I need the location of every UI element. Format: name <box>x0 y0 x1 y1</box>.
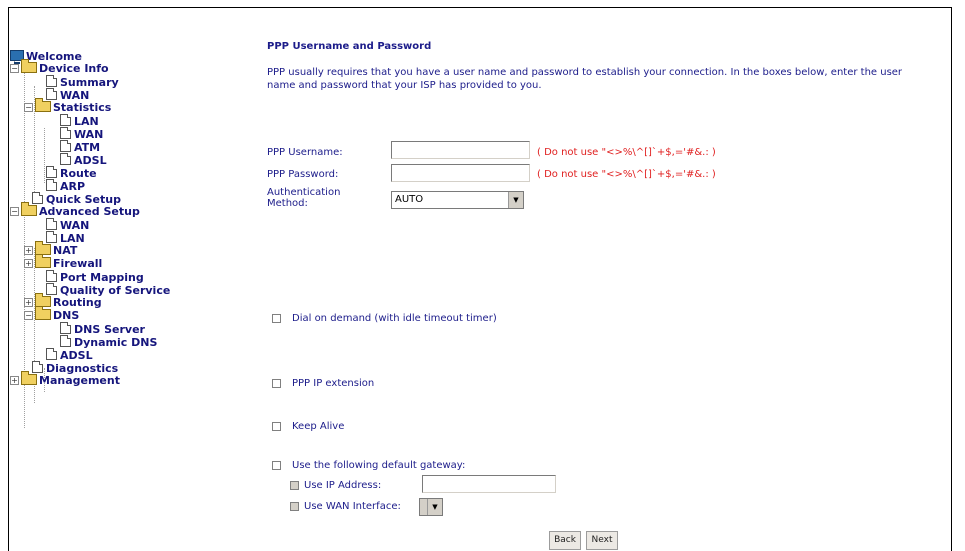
use-ip-address-checkbox[interactable] <box>290 481 299 490</box>
dial-on-demand-label: Dial on demand (with idle timeout timer) <box>292 313 497 324</box>
sidebar-item-nat[interactable]: + NAT <box>24 241 77 257</box>
username-hint: ( Do not use "<>%\^[]`+$,='#&.: ) <box>537 147 716 158</box>
sidebar-tree: Welcome − Device Info Summary WAN − Statis… <box>10 48 250 448</box>
sidebar-item-stat-adsl[interactable]: ADSL <box>60 153 107 167</box>
folder-icon <box>35 254 51 268</box>
expand-icon[interactable]: + <box>24 259 33 268</box>
expand-icon[interactable]: + <box>10 376 19 385</box>
collapse-icon[interactable]: − <box>10 64 19 73</box>
collapse-icon[interactable]: − <box>10 207 19 216</box>
default-gateway-checkbox[interactable] <box>272 461 281 470</box>
page-title: PPP Username and Password <box>267 41 432 52</box>
page-icon <box>60 114 71 126</box>
page-icon <box>46 75 57 87</box>
page-icon <box>60 322 71 334</box>
sidebar-item-adv-lan[interactable]: LAN <box>46 231 85 245</box>
folder-icon <box>21 371 37 385</box>
page-icon <box>60 127 71 139</box>
password-hint: ( Do not use "<>%\^[]`+$,='#&.: ) <box>537 169 716 180</box>
page-icon <box>60 153 71 165</box>
password-label: PPP Password: <box>267 169 339 180</box>
page-icon <box>32 361 43 373</box>
page-icon <box>46 348 57 360</box>
dial-on-demand-checkbox[interactable] <box>272 314 281 323</box>
sidebar-item-diagnostics[interactable]: Diagnostics <box>32 361 118 375</box>
page-icon <box>46 218 57 230</box>
sidebar-item-qos[interactable]: Quality of Service <box>46 283 170 297</box>
sidebar-item-route[interactable]: Route <box>46 166 97 180</box>
wan-interface-select[interactable]: ▼ <box>419 498 443 516</box>
page-icon <box>46 166 57 178</box>
page-icon <box>60 140 71 152</box>
sidebar-item-adv-wan[interactable]: WAN <box>46 218 89 232</box>
use-ip-address-label: Use IP Address: <box>304 480 382 491</box>
sidebar-item-device-info[interactable]: − Device Info <box>10 59 109 75</box>
dropdown-arrow-icon[interactable]: ▼ <box>508 192 523 208</box>
folder-open-icon <box>21 202 37 216</box>
use-wan-interface-checkbox[interactable] <box>290 502 299 511</box>
ip-address-input[interactable] <box>422 475 556 493</box>
ppp-ip-extension-checkbox[interactable] <box>272 379 281 388</box>
expand-icon[interactable]: + <box>24 246 33 255</box>
username-label: PPP Username: <box>267 147 343 158</box>
use-wan-interface-label: Use WAN Interface: <box>304 501 401 512</box>
keep-alive-checkbox[interactable] <box>272 422 281 431</box>
main-panel: PPP Username and Password PPP usually re… <box>258 0 948 550</box>
sidebar-item-arp[interactable]: ARP <box>46 179 85 193</box>
sidebar-item-stat-lan[interactable]: LAN <box>60 114 99 128</box>
auth-method-label: Authentication Method: <box>267 187 341 209</box>
sidebar-item-statistics[interactable]: − Statistics <box>24 98 111 114</box>
page-icon <box>32 192 43 204</box>
sidebar-item-adsl[interactable]: ADSL <box>46 348 93 362</box>
sidebar-item-advanced-setup[interactable]: − Advanced Setup <box>10 202 140 218</box>
default-gateway-label: Use the following default gateway: <box>292 460 466 471</box>
page-icon <box>46 283 57 295</box>
password-input[interactable] <box>391 164 530 182</box>
sidebar-item-port-mapping[interactable]: Port Mapping <box>46 270 144 284</box>
sidebar-item-quick-setup[interactable]: Quick Setup <box>32 192 121 206</box>
next-button[interactable]: Next <box>586 531 618 550</box>
auth-method-select[interactable]: AUTO ▼ <box>391 191 524 209</box>
sidebar-item-management[interactable]: + Management <box>10 371 120 387</box>
sidebar-item-wan[interactable]: WAN <box>46 88 89 102</box>
sidebar-item-dns[interactable]: − DNS <box>24 306 79 322</box>
page-icon <box>46 179 57 191</box>
keep-alive-label: Keep Alive <box>292 421 345 432</box>
page-description: PPP usually requires that you have a use… <box>267 67 903 91</box>
sidebar-item-stat-wan[interactable]: WAN <box>60 127 103 141</box>
username-input[interactable] <box>391 141 530 159</box>
sidebar-item-firewall[interactable]: + Firewall <box>24 254 102 270</box>
collapse-icon[interactable]: − <box>24 311 33 320</box>
folder-open-icon <box>21 59 37 73</box>
sidebar-item-stat-atm[interactable]: ATM <box>60 140 100 154</box>
collapse-icon[interactable]: − <box>24 103 33 112</box>
back-button[interactable]: Back <box>549 531 581 550</box>
sidebar-item-dns-server[interactable]: DNS Server <box>60 322 145 336</box>
page-icon <box>46 231 57 243</box>
page-icon <box>60 335 71 347</box>
dropdown-arrow-icon[interactable]: ▼ <box>427 499 442 515</box>
page-icon <box>46 88 57 100</box>
folder-open-icon <box>35 98 51 112</box>
ppp-ip-extension-label: PPP IP extension <box>292 378 375 389</box>
folder-open-icon <box>35 306 51 320</box>
sidebar-item-summary[interactable]: Summary <box>46 75 119 89</box>
expand-icon[interactable]: + <box>24 298 33 307</box>
sidebar-item-dynamic-dns[interactable]: Dynamic DNS <box>60 335 157 349</box>
page-icon <box>46 270 57 282</box>
